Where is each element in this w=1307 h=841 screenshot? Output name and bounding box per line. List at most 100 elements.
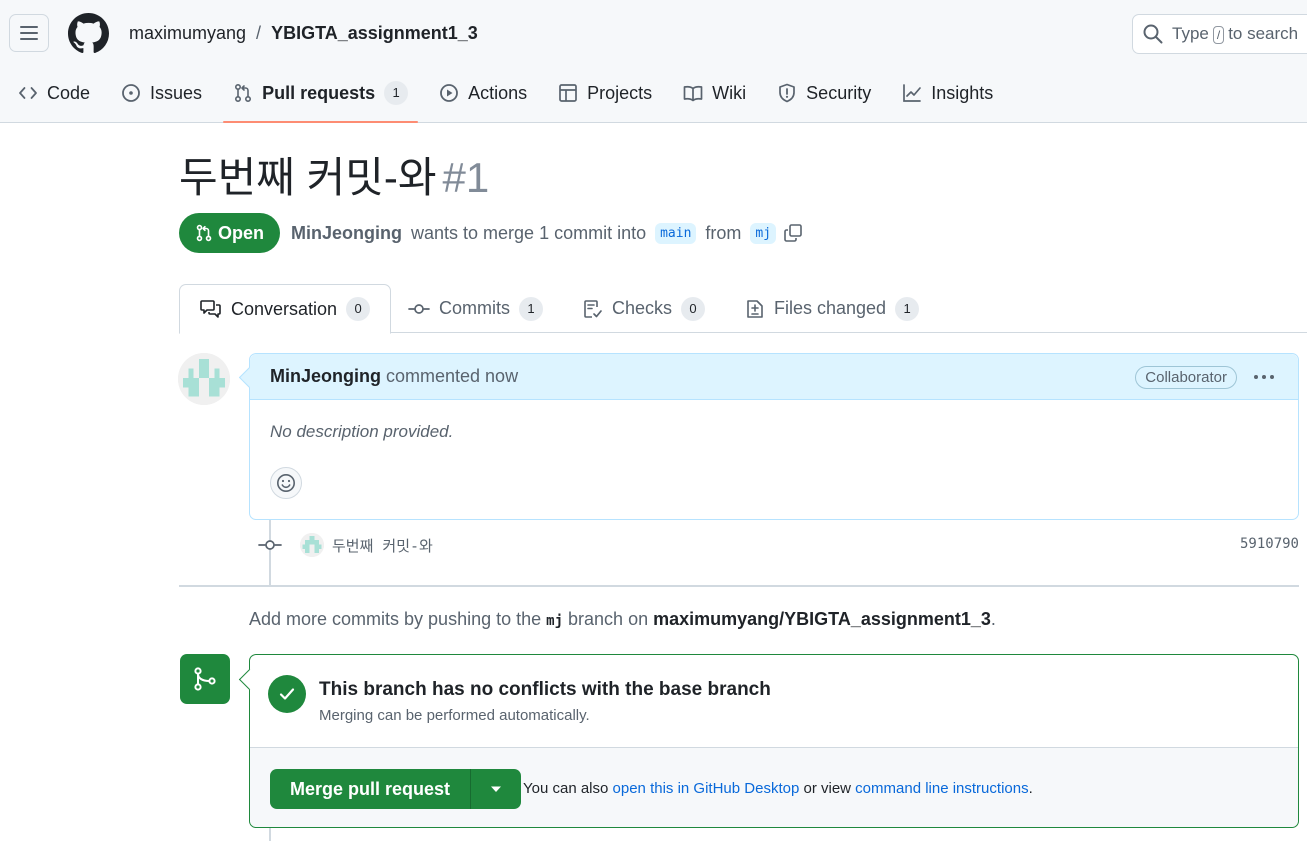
merge-alternatives-note: You can also open this in GitHub Desktop… [523,780,1033,797]
merge-box: This branch has no conflicts with the ba… [249,654,1299,828]
nav-code-label: Code [47,82,91,103]
page-title: 두번째 커밋-와 #1 [179,150,489,206]
nav-wiki-label: Wiki [712,82,747,103]
nav-projects-label: Projects [587,82,653,103]
search-placeholder: Type / to search [1172,24,1298,44]
add-reaction-button[interactable] [270,467,302,499]
tab-conversation[interactable]: Conversation 0 [179,284,392,334]
merge-pull-request-button[interactable]: Merge pull request [270,769,472,809]
pr-author-link[interactable]: MinJeonging [291,223,402,244]
pr-summary-text: wants to merge 1 commit into [411,222,647,243]
alt-end: . [1028,780,1033,797]
menu-button[interactable] [9,14,49,52]
nav-issues[interactable]: Issues [111,70,212,116]
tab-files-changed[interactable]: Files changed 1 [745,284,920,333]
tab-commits[interactable]: Commits 1 [408,284,543,333]
issue-icon [121,83,141,103]
tab-conversation-count: 0 [346,297,371,321]
tab-checks-count: 0 [681,296,706,321]
comment-timestamp[interactable]: commented now [386,366,518,387]
commit-message-link[interactable]: 두번째 커밋-와 [332,535,433,556]
comment-header: MinJeonging commented now Collaborator [250,354,1298,400]
git-merge-icon [192,666,218,692]
commit-avatar[interactable] [300,533,324,557]
nav-pull-requests-label: Pull requests [262,82,376,103]
tab-files-changed-count: 1 [895,296,920,321]
comment-box: MinJeonging commented now Collaborator N… [249,353,1299,520]
tab-files-changed-label: Files changed [774,298,887,318]
pull-request-icon [195,224,213,242]
graph-icon [902,83,922,103]
comment-discussion-icon [200,299,222,319]
pr-number: #1 [442,154,490,201]
nav-issues-label: Issues [150,82,203,103]
search-shortcut-key: / [1212,26,1225,44]
alt-middle: or view [803,780,851,797]
nav-pull-requests[interactable]: Pull requests 1 [223,70,419,123]
smiley-icon [276,473,296,493]
repo-name-link[interactable]: YBIGTA_assignment1_3 [271,23,478,44]
open-in-desktop-link[interactable]: open this in GitHub Desktop [613,780,800,797]
repo-owner-link[interactable]: maximumyang [129,23,246,44]
pr-state-row: Open MinJeonging wants to merge 1 commit… [179,213,803,253]
tab-commits-count: 1 [519,296,543,321]
commit-icon [408,299,430,319]
push-note-repo: maximumyang/YBIGTA_assignment1_3 [653,609,991,629]
github-logo-icon[interactable] [68,13,109,54]
breadcrumb-separator: / [256,23,262,43]
tab-commits-label: Commits [439,298,510,318]
push-note-middle: branch on [568,609,649,629]
breadcrumb: maximumyang / YBIGTA_assignment1_3 [129,23,478,44]
pr-tabs: Conversation 0 Commits 1 Checks 0 Files … [179,284,1307,334]
command-line-instructions-link[interactable]: command line instructions [855,780,1028,797]
collaborator-badge: Collaborator [1135,366,1237,389]
search-prefix: Type [1172,24,1209,43]
shield-icon [777,83,797,103]
merge-options-button[interactable] [471,769,521,809]
head-branch-label[interactable]: mj [750,222,777,244]
comment-body: No description provided. [270,422,454,441]
merge-footer: Merge pull request You can also open thi… [250,747,1298,827]
nav-actions[interactable]: Actions [429,70,537,116]
timeline-divider [179,585,1299,587]
push-note-end: . [990,609,996,629]
kebab-horizontal-icon[interactable] [1253,367,1275,387]
pull-request-icon [233,83,253,103]
commit-icon [258,535,282,555]
commit-row: 두번째 커밋-와 5910790 [258,533,1299,557]
merge-status-title: This branch has no conflicts with the ba… [319,679,771,700]
status-badge-label: Open [218,222,265,243]
merge-status-icon [180,654,230,704]
tab-checks-label: Checks [612,298,673,318]
code-icon [18,83,38,103]
book-icon [683,83,703,103]
table-icon [558,83,578,103]
file-diff-icon [745,299,765,319]
pr-title-text: 두번째 커밋-와 [179,154,437,201]
nav-wiki[interactable]: Wiki [673,70,756,116]
merge-status-subtitle: Merging can be performed automatically. [319,707,590,724]
search-suffix: to search [1228,24,1299,43]
tab-checks[interactable]: Checks 0 [583,284,706,333]
nav-insights[interactable]: Insights [892,70,1003,116]
base-branch-label[interactable]: main [655,222,697,244]
copy-icon[interactable] [783,223,803,243]
alt-prefix: You can also [523,780,609,797]
repo-nav: Code Issues Pull requests 1 Actions Proj… [0,70,1014,123]
comment-author-link[interactable]: MinJeonging [270,366,381,387]
nav-security[interactable]: Security [767,70,881,116]
pr-from-text: from [705,222,742,243]
nav-insights-label: Insights [931,82,994,103]
tab-conversation-label: Conversation [231,298,338,319]
nav-code[interactable]: Code [8,70,100,116]
nav-projects[interactable]: Projects [548,70,662,116]
play-icon [439,83,459,103]
commit-sha-link[interactable]: 5910790 [1240,536,1299,552]
merge-button-group: Merge pull request [270,769,522,809]
app-header: maximumyang / YBIGTA_assignment1_3 Type /… [0,0,1307,123]
status-badge: Open [179,213,281,253]
pull-requests-count: 1 [384,81,409,105]
search-input[interactable]: Type / to search [1132,14,1307,54]
avatar[interactable] [178,353,230,405]
search-icon [1143,24,1163,44]
